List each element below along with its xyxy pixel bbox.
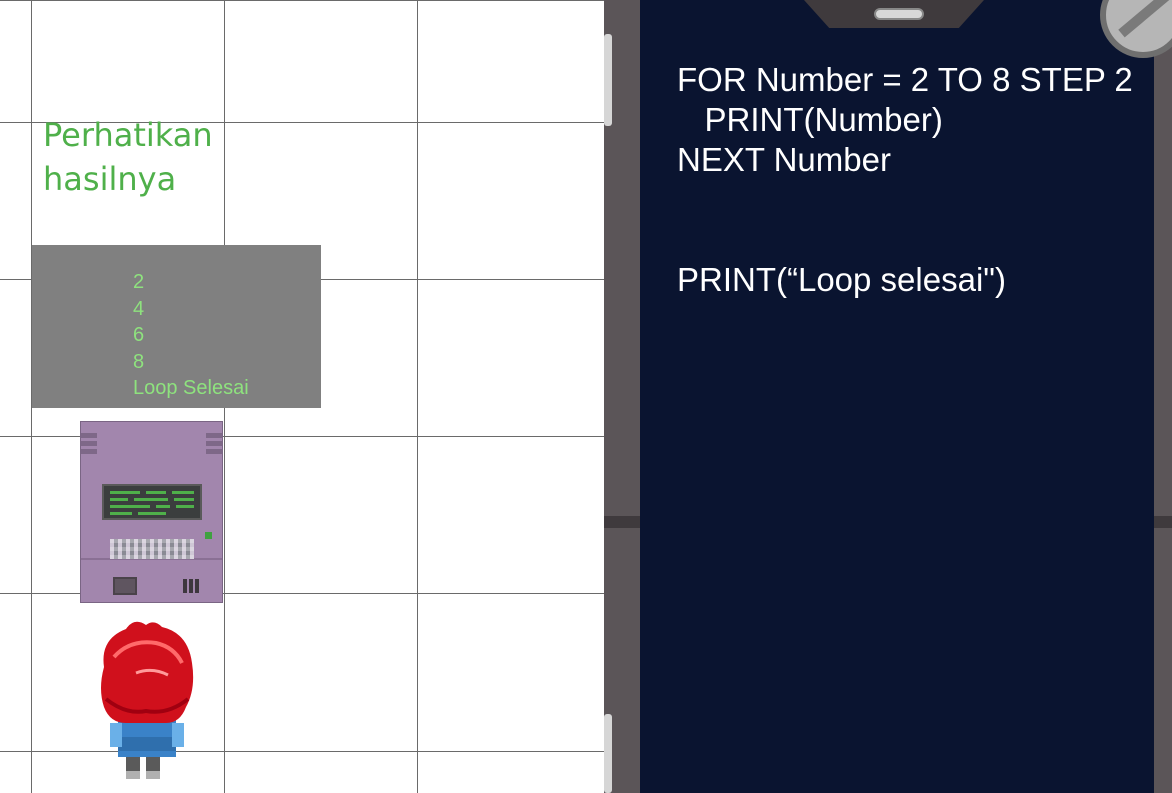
side-button [604, 34, 612, 126]
code-line: PRINT(Number) [677, 101, 943, 138]
code-line: PRINT(“Loop selesai") [677, 261, 1006, 298]
power-led [205, 532, 212, 539]
console-line: 6 [133, 324, 145, 347]
code-line: FOR Number = 2 TO 8 STEP 2 [677, 61, 1133, 98]
grid-line [417, 0, 418, 793]
grid-line [0, 0, 604, 1]
console-output: 2 4 6 8 Loop Selesai [133, 269, 249, 402]
console-line: 8 [133, 350, 145, 373]
code-line: NEXT Number [677, 141, 891, 178]
code-block: FOR Number = 2 TO 8 STEP 2 PRINT(Number)… [677, 60, 1133, 300]
console-line: Loop Selesai [133, 377, 249, 400]
console-line: 4 [133, 297, 145, 320]
player-character [101, 621, 194, 779]
grid-line [0, 751, 604, 752]
side-button [604, 714, 612, 793]
speaker-icon [874, 8, 924, 20]
game-view: Perhatikan hasilnya 2 4 6 8 Loop Selesai [0, 0, 604, 793]
terminal-screen [102, 484, 202, 520]
hint-text: Perhatikan hasilnya [43, 116, 213, 198]
computer-terminal[interactable] [80, 421, 223, 603]
console-line: 2 [133, 271, 145, 293]
power-button [113, 577, 137, 595]
